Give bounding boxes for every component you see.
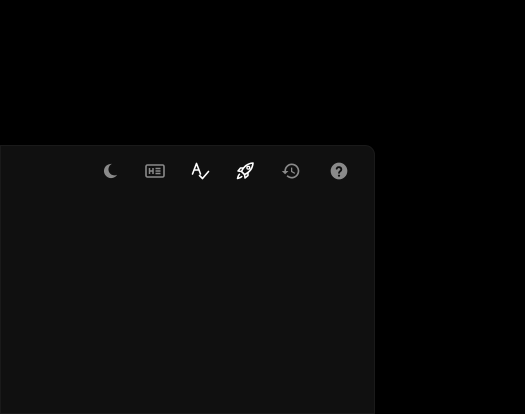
app-background (0, 0, 525, 414)
help-button[interactable] (328, 160, 350, 182)
history-button[interactable] (280, 160, 302, 182)
launch-button[interactable] (234, 160, 256, 182)
editor-toolbar (0, 145, 375, 199)
editor-panel (0, 145, 375, 414)
rocket-icon (236, 162, 254, 180)
heading-button[interactable] (144, 160, 166, 182)
heading-icon (145, 164, 165, 178)
history-icon (281, 163, 300, 179)
help-icon (330, 162, 348, 180)
dark-mode-toggle-button[interactable] (99, 160, 121, 182)
moon-icon (103, 163, 118, 179)
spellcheck-button[interactable] (189, 160, 211, 182)
spellcheck-icon (191, 162, 210, 180)
